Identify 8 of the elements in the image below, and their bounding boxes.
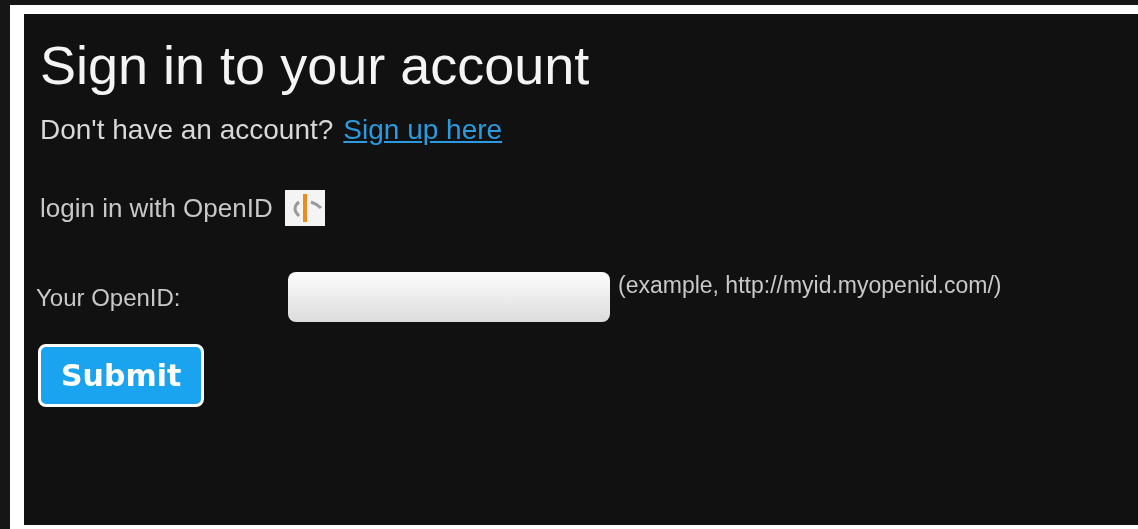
openid-example: (example, http://myid.myopenid.com/) <box>618 272 1002 299</box>
signup-link[interactable]: Sign up here <box>343 114 503 146</box>
page-title: Sign in to your account <box>40 34 590 96</box>
openid-label: Your OpenID: <box>36 283 182 312</box>
openid-input[interactable] <box>288 272 610 322</box>
openid-logo-icon <box>284 190 325 226</box>
openid-heading: login in with OpenID <box>40 192 273 224</box>
signup-prompt: Don't have an account? <box>40 114 334 146</box>
